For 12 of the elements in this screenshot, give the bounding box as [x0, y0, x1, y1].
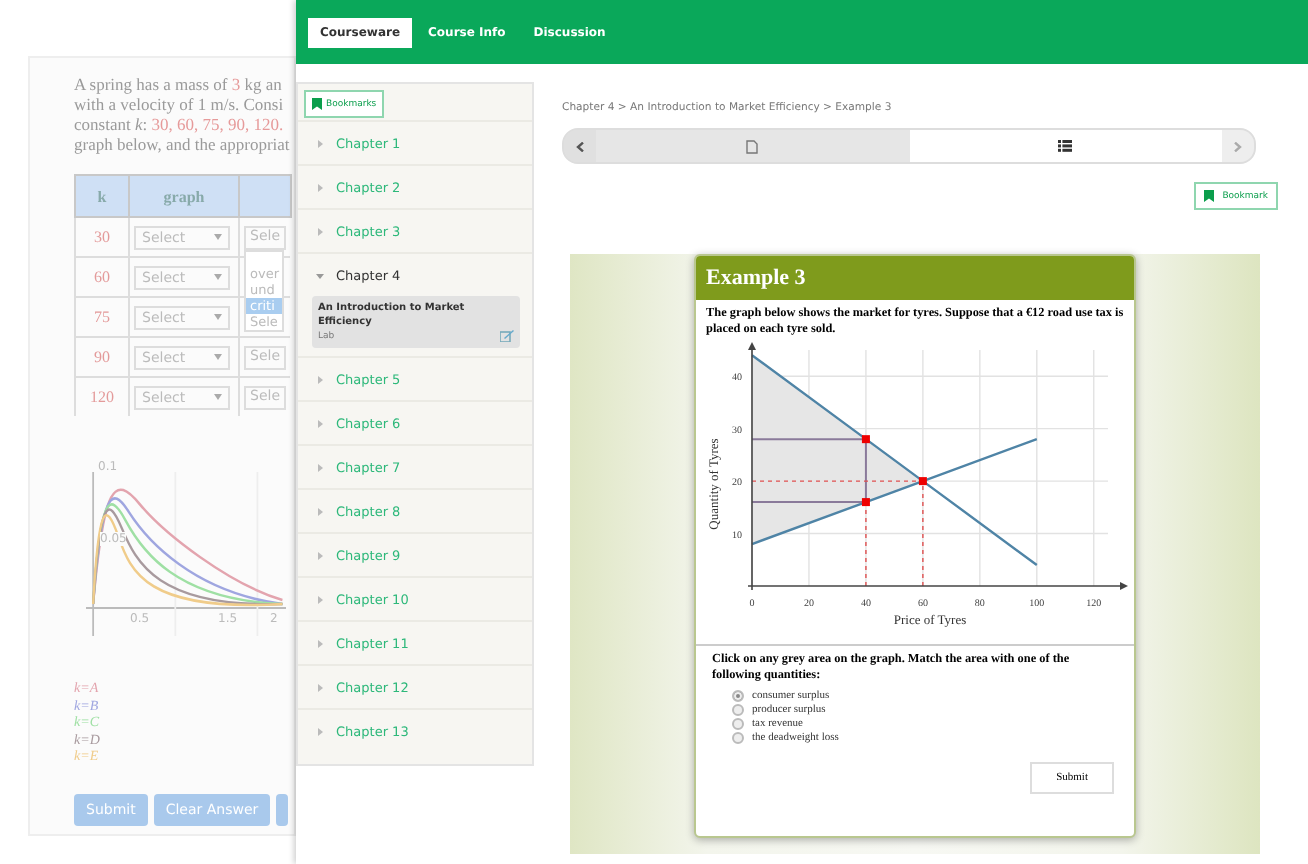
table-cell: 90 [75, 337, 129, 377]
table-cell: 120 [75, 377, 129, 416]
table-cell: 75 [75, 297, 129, 337]
example-title: Example 3 [696, 256, 1134, 300]
problem-text-line: constant k: 30, 60, 75, 90, 120. [74, 114, 284, 134]
table-cell: 30 [75, 217, 129, 257]
table-header: k [75, 175, 129, 217]
problem-text-line: graph below, and the appropriat [74, 134, 290, 154]
table-cell: 60 [75, 257, 129, 297]
table-header: graph [129, 175, 239, 217]
problem-text-line: A spring has a mass of 3 kg an [74, 74, 282, 94]
problem-text-line: with a velocity of 1 m/s. Consi [74, 94, 284, 114]
